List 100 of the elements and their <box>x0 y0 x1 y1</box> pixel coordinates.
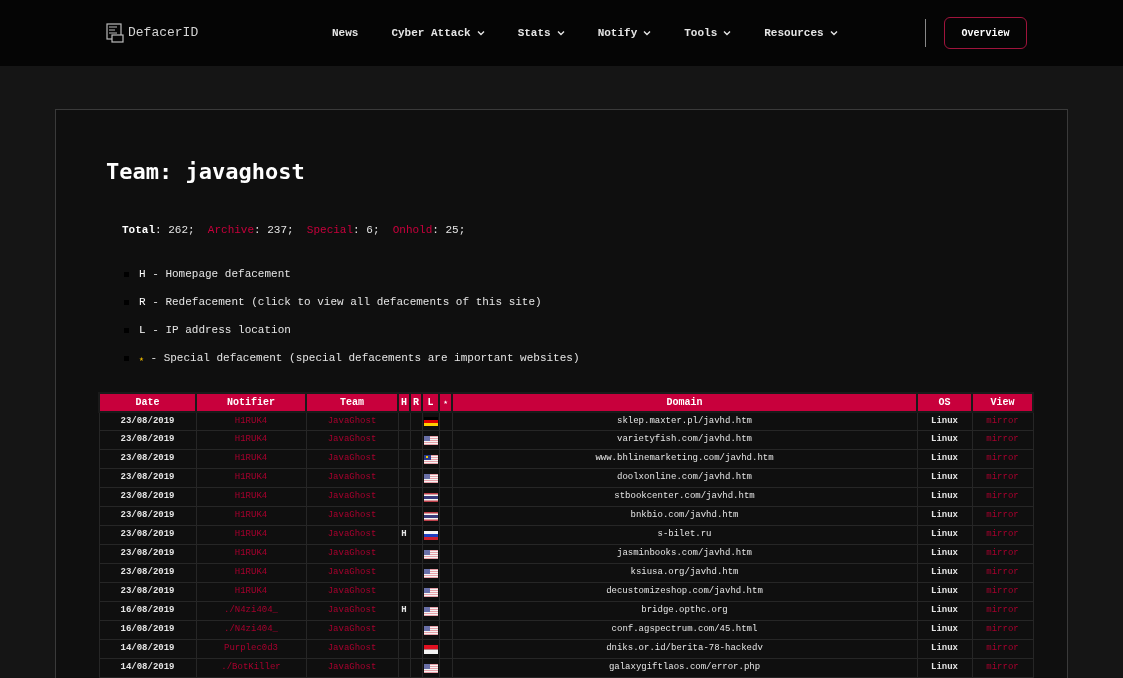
date-cell: 23/08/2019 <box>99 411 196 431</box>
nav-link[interactable]: News <box>332 24 359 42</box>
chevron-down-icon <box>723 30 732 36</box>
team-link[interactable]: JavaGhost <box>306 411 398 431</box>
team-link[interactable]: JavaGhost <box>306 563 398 583</box>
domain-cell: varietyfish.com/javhd.htm <box>452 430 917 450</box>
domain-cell: stbookcenter.com/javhd.htm <box>452 487 917 507</box>
notifier-link[interactable]: H1RUK4 <box>196 582 306 602</box>
us-flag-icon <box>423 568 438 578</box>
os-cell: Linux <box>917 639 972 659</box>
thai-flag-icon <box>423 492 438 502</box>
date-cell: 14/08/2019 <box>99 658 196 678</box>
logo-text: DefacerID <box>128 24 199 43</box>
legend-item: R - Redefacement (click to view all defacements of this site) <box>139 294 542 310</box>
us-flag-icon <box>423 625 438 635</box>
team-link[interactable]: JavaGhost <box>306 468 398 488</box>
mirror-link[interactable]: mirror <box>972 582 1033 602</box>
mirror-link[interactable]: mirror <box>972 658 1033 678</box>
notifier-link[interactable]: ./N4zi404_ <box>196 601 306 621</box>
homepage-marker: H <box>401 605 407 616</box>
notifier-link[interactable]: H1RUK4 <box>196 449 306 469</box>
team-link[interactable]: JavaGhost <box>306 525 398 545</box>
column-header: OS <box>917 392 972 412</box>
date-cell: 23/08/2019 <box>99 582 196 602</box>
us-flag-icon <box>423 473 438 483</box>
indonesian-flag-icon <box>423 644 438 654</box>
logo-icon <box>106 23 124 43</box>
os-cell: Linux <box>917 468 972 488</box>
domain-cell: sklep.maxter.pl/javhd.htm <box>452 411 917 431</box>
site-logo[interactable]: DefacerID <box>106 23 332 43</box>
team-link[interactable]: JavaGhost <box>306 449 398 469</box>
domain-cell: bridge.opthc.org <box>452 601 917 621</box>
team-link[interactable]: JavaGhost <box>306 658 398 678</box>
malaysian-flag-icon <box>423 454 438 464</box>
os-cell: Linux <box>917 601 972 621</box>
os-cell: Linux <box>917 430 972 450</box>
russian-flag-icon <box>423 530 438 540</box>
date-cell: 16/08/2019 <box>99 601 196 621</box>
team-link[interactable]: JavaGhost <box>306 487 398 507</box>
team-link[interactable]: JavaGhost <box>306 639 398 659</box>
team-link[interactable]: JavaGhost <box>306 601 398 621</box>
mirror-link[interactable]: mirror <box>972 430 1033 450</box>
notifier-link[interactable]: Purplec0d3 <box>196 639 306 659</box>
domain-cell: ksiusa.org/javhd.htm <box>452 563 917 583</box>
date-cell: 23/08/2019 <box>99 525 196 545</box>
mirror-link[interactable]: mirror <box>972 525 1033 545</box>
notifier-link[interactable]: H1RUK4 <box>196 487 306 507</box>
chevron-down-icon <box>556 30 565 36</box>
mirror-link[interactable]: mirror <box>972 487 1033 507</box>
notifier-link[interactable]: ./BotKiller <box>196 658 306 678</box>
mirror-link[interactable]: mirror <box>972 449 1033 469</box>
date-cell: 16/08/2019 <box>99 620 196 640</box>
us-flag-icon <box>423 663 438 673</box>
notifier-link[interactable]: H1RUK4 <box>196 563 306 583</box>
team-stats: Total: 262; Archive: 237; Special: 6; Onhold: 25; <box>122 223 467 238</box>
domain-cell: bnkbio.com/javhd.htm <box>452 506 917 526</box>
os-cell: Linux <box>917 411 972 431</box>
date-cell: 23/08/2019 <box>99 468 196 488</box>
domain-cell: galaxygiftlaos.com/error.php <box>452 658 917 678</box>
page-title: Team: javaghost <box>106 158 306 186</box>
team-link[interactable]: JavaGhost <box>306 582 398 602</box>
column-header: Date <box>99 392 196 412</box>
team-link[interactable]: JavaGhost <box>306 506 398 526</box>
team-link[interactable]: JavaGhost <box>306 430 398 450</box>
os-cell: Linux <box>917 563 972 583</box>
mirror-link[interactable]: mirror <box>972 620 1033 640</box>
us-flag-icon <box>423 549 438 559</box>
notifier-link[interactable]: ./N4zi404_ <box>196 620 306 640</box>
os-cell: Linux <box>917 487 972 507</box>
mirror-link[interactable]: mirror <box>972 506 1033 526</box>
notifier-link[interactable]: H1RUK4 <box>196 430 306 450</box>
notifier-link[interactable]: H1RUK4 <box>196 411 306 431</box>
domain-cell: decustomizeshop.com/javhd.htm <box>452 582 917 602</box>
overview-button[interactable]: Overview <box>944 17 1027 49</box>
notifier-link[interactable]: H1RUK4 <box>196 525 306 545</box>
mirror-link[interactable]: mirror <box>972 468 1033 488</box>
domain-cell: conf.agspectrum.com/45.html <box>452 620 917 640</box>
nav-link[interactable]: Resources <box>764 24 838 42</box>
mirror-link[interactable]: mirror <box>972 411 1033 431</box>
mirror-link[interactable]: mirror <box>972 544 1033 564</box>
team-link[interactable]: JavaGhost <box>306 620 398 640</box>
os-cell: Linux <box>917 658 972 678</box>
date-cell: 14/08/2019 <box>99 639 196 659</box>
notifier-link[interactable]: H1RUK4 <box>196 544 306 564</box>
chevron-down-icon <box>643 30 652 36</box>
notifier-link[interactable]: H1RUK4 <box>196 468 306 488</box>
nav-link[interactable]: Cyber Attack <box>391 24 485 42</box>
mirror-link[interactable]: mirror <box>972 639 1033 659</box>
column-header: Domain <box>452 392 917 412</box>
nav-link[interactable]: Stats <box>517 24 565 42</box>
chevron-down-icon <box>476 30 485 36</box>
column-header: Team <box>306 392 398 412</box>
date-cell: 23/08/2019 <box>99 544 196 564</box>
mirror-link[interactable]: mirror <box>972 601 1033 621</box>
nav-link[interactable]: Notify <box>597 24 652 42</box>
nav-link[interactable]: Tools <box>684 24 732 42</box>
mirror-link[interactable]: mirror <box>972 563 1033 583</box>
thai-flag-icon <box>423 511 438 521</box>
notifier-link[interactable]: H1RUK4 <box>196 506 306 526</box>
team-link[interactable]: JavaGhost <box>306 544 398 564</box>
